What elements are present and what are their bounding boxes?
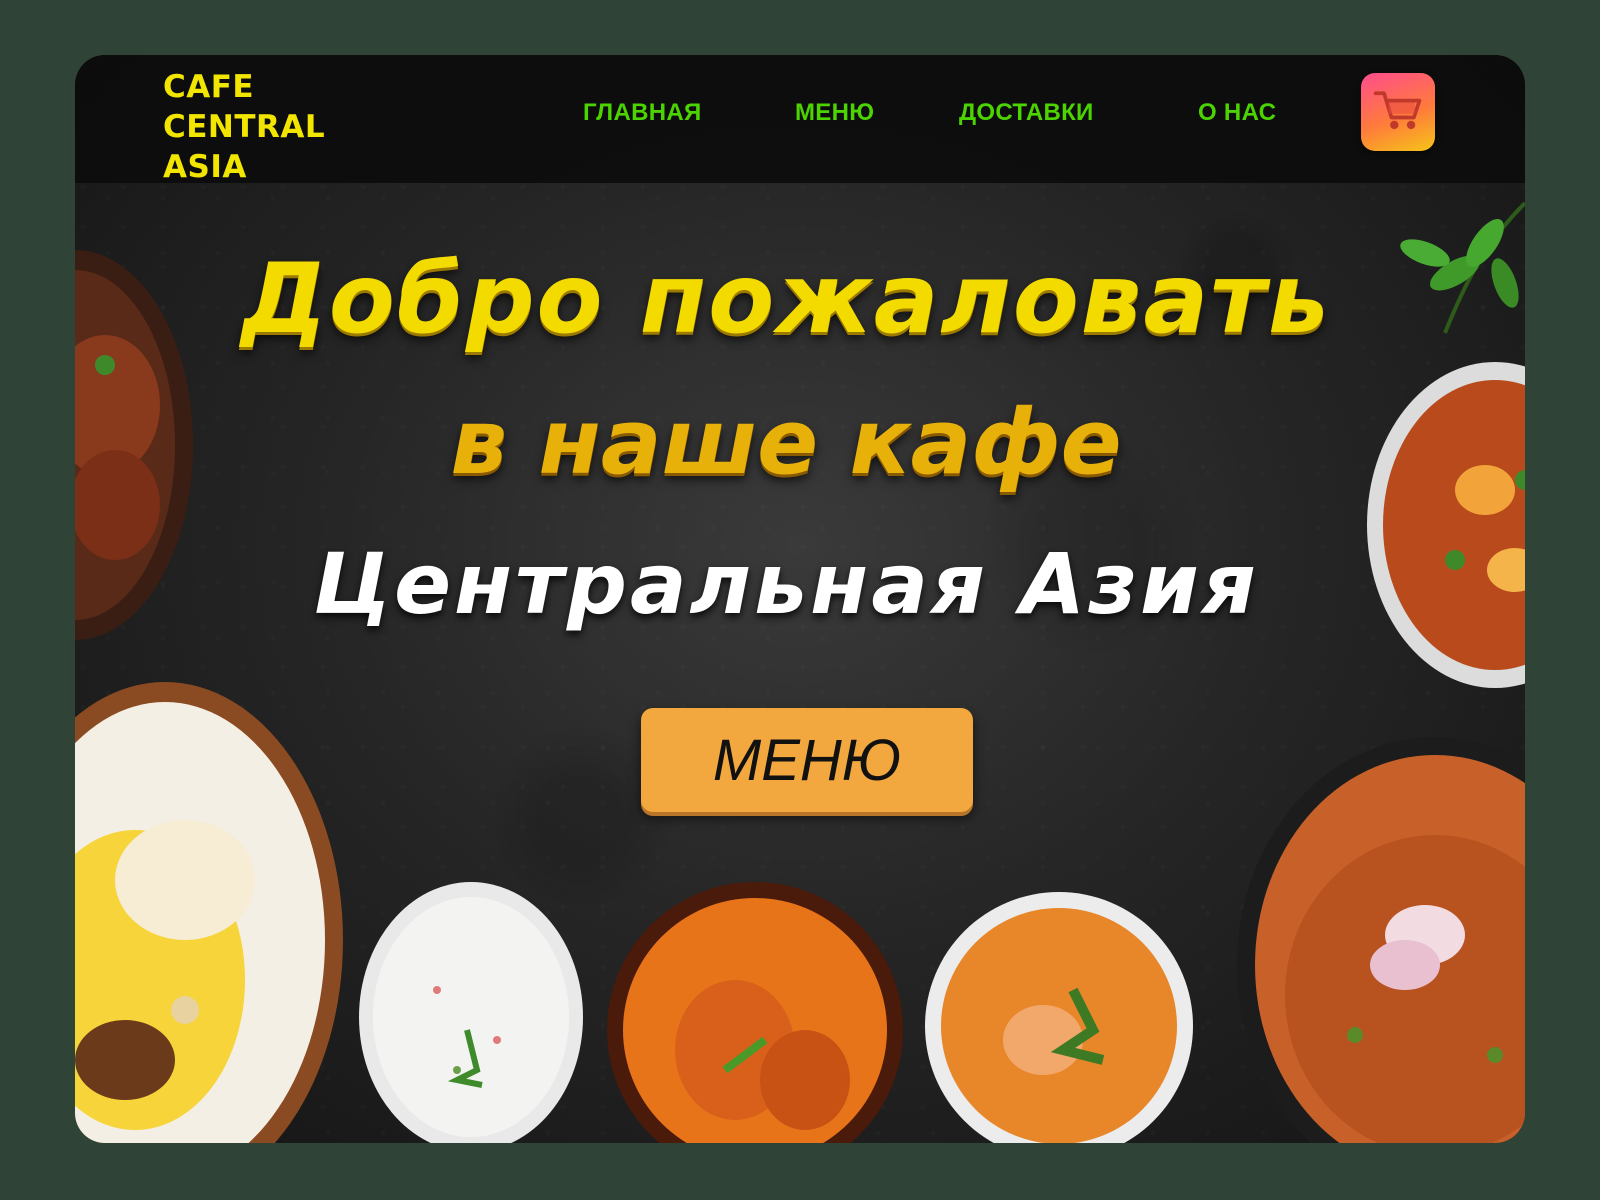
hero-screen: CAFE CENTRAL ASIA ГЛАВНАЯ МЕНЮ ДОСТАВКИ … <box>75 55 1525 1143</box>
menu-button[interactable]: МЕНЮ <box>641 708 973 812</box>
logo-line-2: CENTRAL <box>163 109 326 145</box>
hero-title-welcome: Добро пожаловать <box>241 243 1331 355</box>
logo-line-1: CAFE <box>163 69 255 105</box>
top-navigation-bar: CAFE CENTRAL ASIA ГЛАВНАЯ МЕНЮ ДОСТАВКИ … <box>75 55 1525 185</box>
logo-line-3: ASIA <box>163 149 247 185</box>
cafe-logo[interactable]: CAFE CENTRAL ASIA <box>163 67 325 187</box>
nav-item-delivery[interactable]: ДОСТАВКИ <box>959 99 1094 127</box>
fried-rice-image <box>1235 735 1525 1143</box>
nav-item-home[interactable]: ГЛАВНАЯ <box>583 99 702 127</box>
hero-title-central-asia: Центральная Азия <box>313 535 1259 633</box>
biryani-rice-image <box>75 680 345 1143</box>
nav-item-menu[interactable]: МЕНЮ <box>795 99 874 127</box>
shopping-cart-icon <box>1370 82 1426 142</box>
cart-button[interactable] <box>1361 73 1435 151</box>
raita-bowl-image <box>357 880 585 1143</box>
shrimp-soup-image <box>923 890 1195 1143</box>
chicken-curry-image <box>605 880 905 1143</box>
hero-title-cafe: в наше кафе <box>450 390 1122 495</box>
nav-item-about[interactable]: О НАС <box>1198 99 1276 127</box>
